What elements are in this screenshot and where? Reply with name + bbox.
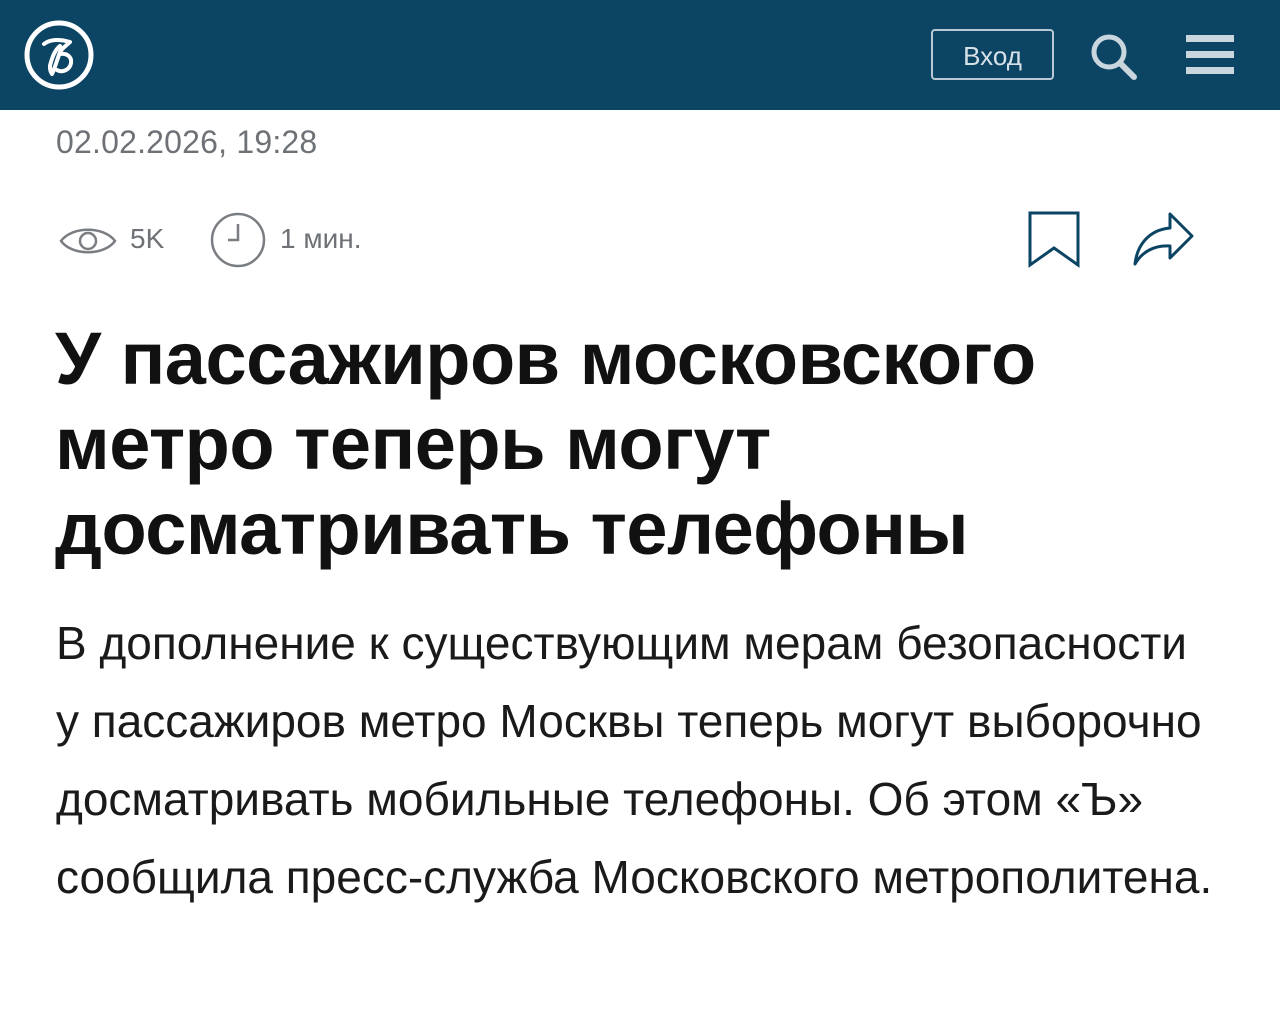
hamburger-menu-icon[interactable] (1186, 35, 1234, 75)
top-bar: Вход (0, 0, 1280, 110)
share-icon[interactable] (1130, 210, 1196, 268)
article-title: У пассажиров московского метро теперь мо… (55, 317, 1036, 570)
search-icon[interactable] (1088, 31, 1138, 81)
article-lead: В дополнение к существующим мерам безопа… (56, 617, 1213, 903)
kommersant-logo[interactable] (24, 20, 94, 90)
publish-date: 02.02.2026, 19:28 (56, 124, 318, 160)
clock-icon (210, 212, 266, 268)
bookmark-icon[interactable] (1026, 210, 1082, 268)
views-count: 5K (130, 223, 165, 254)
eye-icon (59, 228, 117, 254)
read-time: 1 мин. (280, 223, 362, 254)
login-button[interactable]: Вход (931, 29, 1054, 80)
